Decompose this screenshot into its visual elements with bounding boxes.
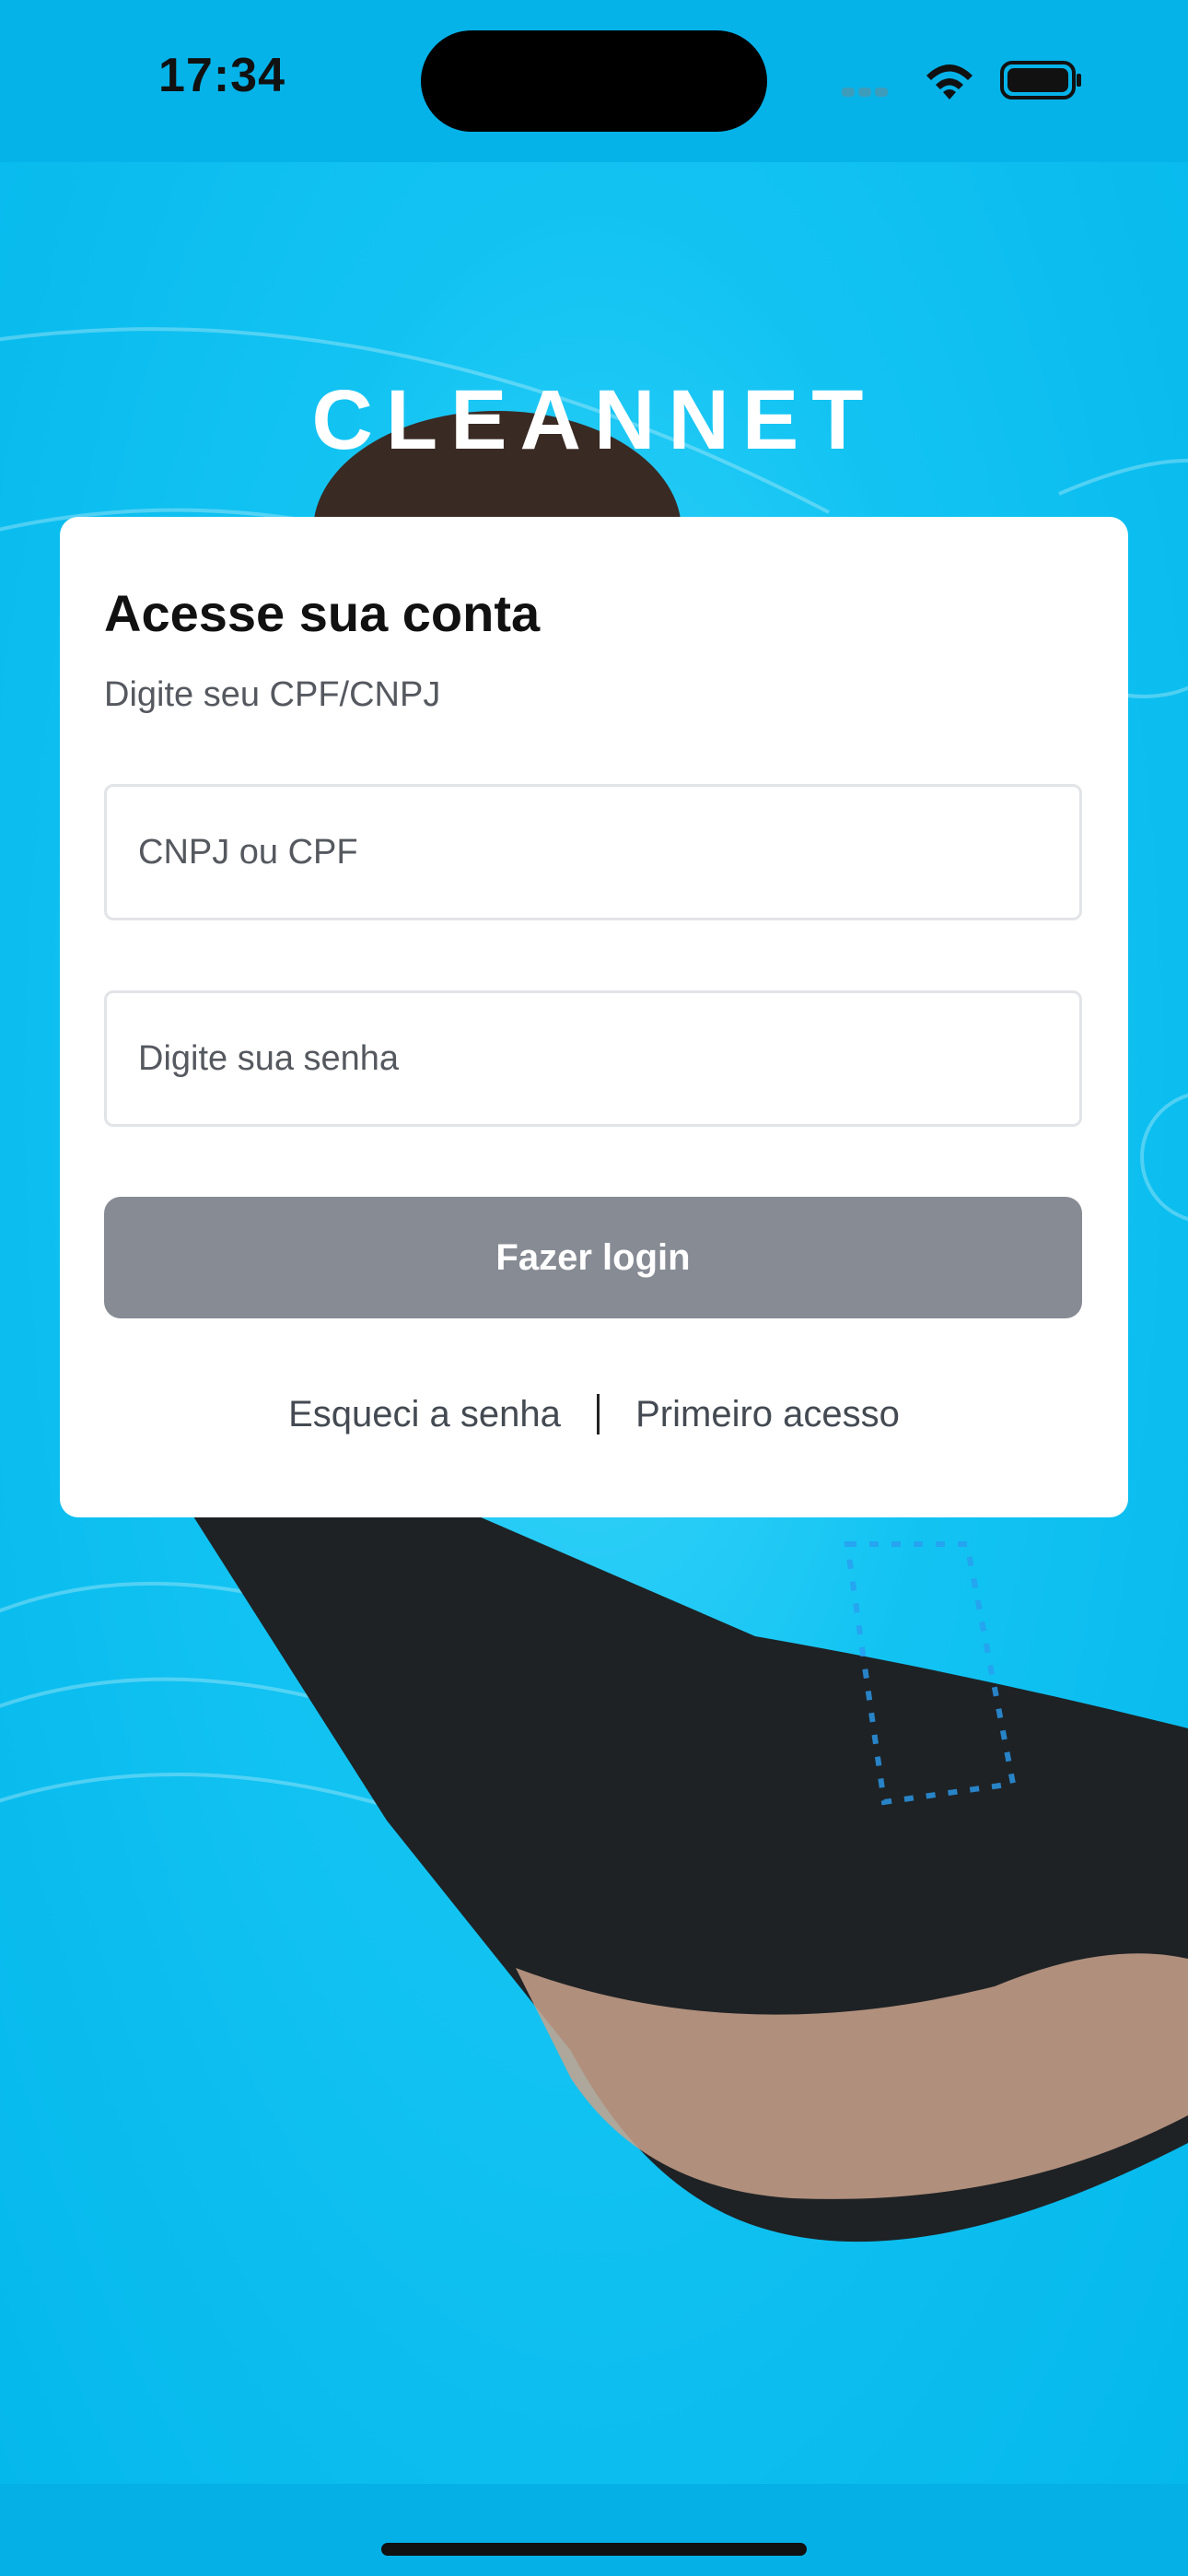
page-title: Acesse sua conta [104,584,541,642]
card-subtitle: Digite seu CPF/CNPJ [104,675,441,714]
status-bar: 17:34 [0,0,1188,162]
cpf-cnpj-input[interactable] [107,787,1079,918]
forgot-password-link[interactable]: Esqueci a senha [288,1394,561,1435]
home-indicator[interactable] [381,2543,807,2556]
dynamic-island [421,30,767,132]
cellular-signal-icon [842,85,906,98]
status-time: 17:34 [158,49,285,102]
cleannet-logo: CLEANNET [311,373,877,467]
login-card: Acesse sua conta Digite seu CPF/CNPJ Faz… [60,517,1128,1517]
password-input[interactable] [107,993,1079,1124]
home-indicator-area [0,2484,1188,2576]
login-button[interactable]: Fazer login [104,1197,1082,1318]
first-access-link[interactable]: Primeiro acesso [635,1394,900,1435]
link-divider [597,1394,600,1435]
password-field[interactable] [104,990,1082,1127]
cpf-cnpj-field[interactable] [104,784,1082,920]
battery-icon [1000,61,1081,100]
auth-links: Esqueci a senha Primeiro acesso [60,1392,1128,1435]
wifi-icon [926,64,973,100]
